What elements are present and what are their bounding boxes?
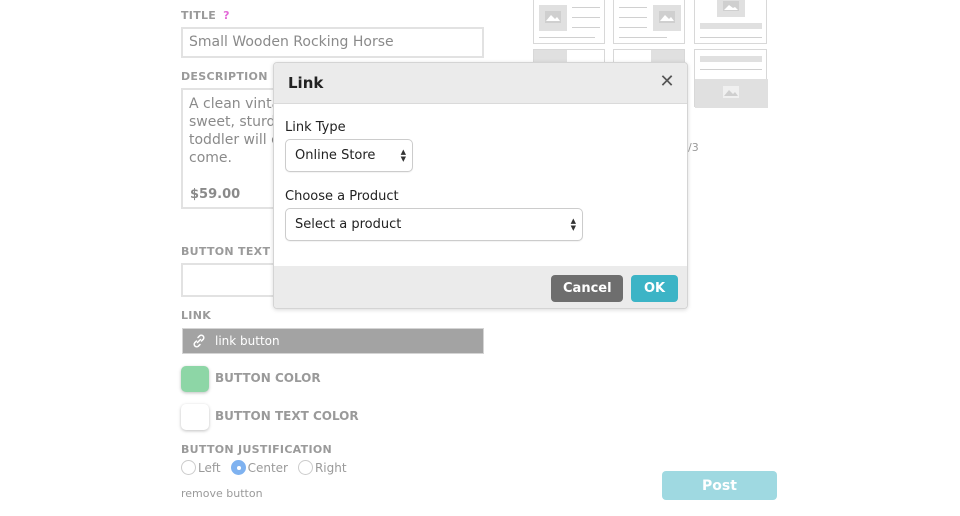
button-text-color-swatch[interactable] — [181, 404, 209, 430]
layout-thumb-image-top[interactable] — [694, 0, 767, 44]
layout-image-top-icon — [700, 0, 762, 38]
title-label: TITLE? — [181, 9, 230, 22]
link-field[interactable]: link button — [182, 328, 484, 354]
button-text-label: BUTTON TEXT — [181, 245, 271, 258]
button-color-swatch[interactable] — [181, 366, 209, 392]
title-label-text: TITLE — [181, 9, 217, 22]
layout-thumb-image-bottom[interactable] — [694, 49, 768, 108]
modal-body: Link Type Online Store ▲ ▼ Choose a Produ… — [274, 104, 687, 266]
description-price: $59.00 — [190, 187, 241, 202]
justification-right[interactable]: Right — [297, 460, 347, 475]
description-line: toddler will e — [189, 132, 280, 148]
radio-left-label: Left — [198, 460, 221, 475]
layout-image-right-icon — [619, 5, 681, 38]
title-input[interactable]: Small Wooden Rocking Horse — [181, 27, 484, 58]
close-icon[interactable]: ✕ — [659, 73, 675, 91]
remove-button-link[interactable]: remove button — [181, 487, 263, 500]
button-text-input[interactable] — [181, 263, 281, 297]
radio-right-label: Right — [314, 460, 347, 475]
modal-header: Link ✕ — [274, 63, 687, 104]
radio-center-label: Center — [247, 460, 288, 475]
link-type-select[interactable]: Online Store ▲ ▼ — [285, 139, 413, 172]
justification-left[interactable]: Left — [181, 460, 221, 475]
description-label: DESCRIPTION? — [181, 70, 281, 83]
select-arrows-icon: ▲ ▼ — [400, 148, 406, 163]
description-label-text: DESCRIPTION — [181, 70, 268, 83]
description-line: sweet, sturdy — [189, 114, 281, 130]
modal-title: Link — [288, 74, 324, 92]
title-help-icon[interactable]: ? — [223, 9, 230, 22]
layout-thumb-image-right[interactable] — [613, 0, 685, 44]
link-label: LINK — [181, 309, 212, 322]
button-color-label: BUTTON COLOR — [215, 371, 321, 385]
button-text-color-label: BUTTON TEXT COLOR — [215, 409, 359, 423]
layout-image-left-icon — [539, 5, 600, 38]
page: TITLE? Small Wooden Rocking Horse DESCRI… — [0, 0, 960, 516]
link-value: link button — [215, 334, 280, 348]
cancel-button[interactable]: Cancel — [551, 274, 623, 302]
radio-center[interactable] — [230, 460, 246, 475]
description-line: A clean vinta — [189, 96, 281, 112]
layout-pager: /3 — [688, 141, 699, 154]
link-modal: Link ✕ Link Type Online Store ▲ ▼ Choose … — [273, 62, 688, 309]
layout-image-bottom-icon — [695, 56, 768, 108]
product-select[interactable]: Select a product ▲ ▼ — [285, 208, 583, 241]
link-icon — [193, 334, 205, 348]
justification-center[interactable]: Center — [230, 460, 288, 475]
product-label: Choose a Product — [285, 189, 399, 204]
ok-button[interactable]: OK — [631, 274, 678, 302]
justification-label: BUTTON JUSTIFICATION — [181, 443, 332, 456]
modal-footer: Cancel OK — [274, 266, 687, 308]
link-type-value: Online Store — [295, 148, 376, 163]
radio-left[interactable] — [181, 460, 196, 475]
description-input[interactable]: A clean vinta sweet, sturdy toddler will… — [181, 88, 281, 209]
link-type-label: Link Type — [285, 120, 346, 135]
layout-thumb-image-left[interactable] — [533, 0, 605, 44]
product-value: Select a product — [295, 217, 402, 232]
description-line: come. — [189, 150, 232, 166]
radio-right[interactable] — [297, 460, 313, 475]
post-button[interactable]: Post — [662, 471, 777, 500]
justification-radio-group: Left Center Right — [181, 460, 357, 475]
select-arrows-icon: ▲ ▼ — [570, 217, 576, 232]
